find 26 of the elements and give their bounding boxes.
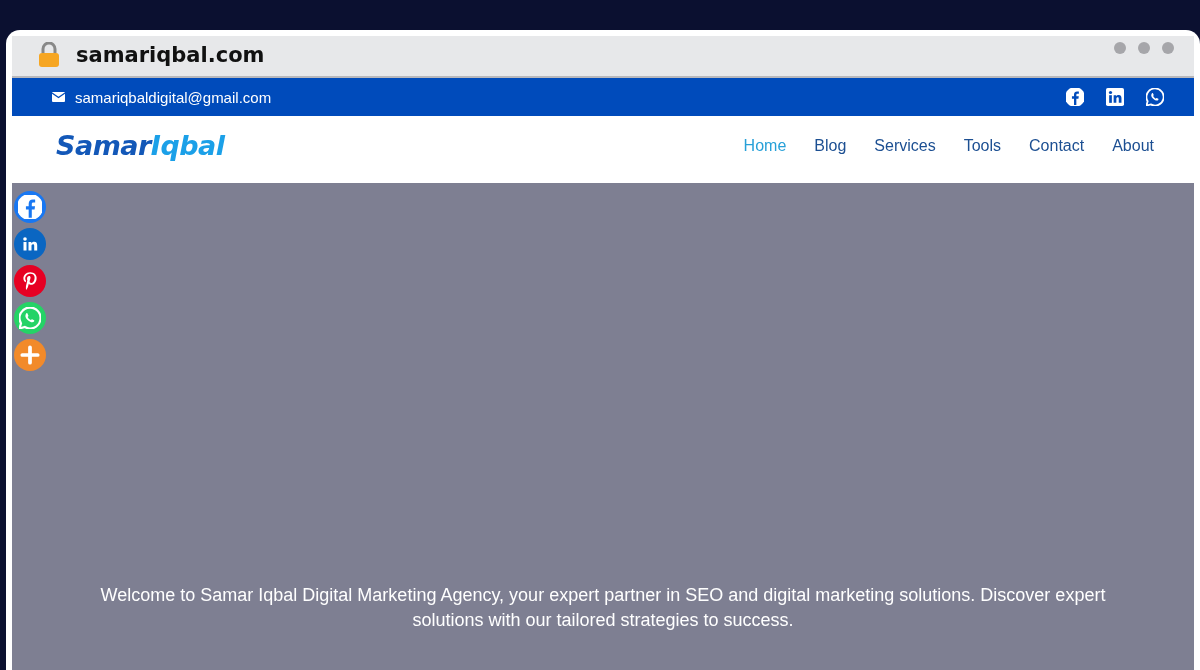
share-facebook-button[interactable] [14,191,46,223]
linkedin-icon[interactable] [1106,88,1124,106]
window-dot[interactable] [1162,42,1174,54]
facebook-icon[interactable] [1066,88,1084,106]
lock-icon [38,42,60,68]
envelope-icon [52,92,65,102]
url-text[interactable]: samariqbal.com [76,43,1098,67]
share-more-button[interactable] [14,339,46,371]
share-pinterest-button[interactable] [14,265,46,297]
email-text: samariqbaldigital@gmail.com [75,88,272,106]
hero-text: Welcome to Samar Iqbal Digital Marketing Agency, your expert partner in SEO and digital marketing solutions. Discover expert solutions with our tailored strategies to success. [99,584,1107,632]
whatsapp-icon[interactable] [1146,88,1164,106]
nav-link[interactable]: Tools [963,136,1002,155]
share-whatsapp-button[interactable] [14,302,46,334]
linkedin-icon [20,234,40,254]
whatsapp-icon [19,307,41,329]
share-linkedin-button[interactable] [14,228,46,260]
window-dot[interactable] [1114,42,1126,54]
nav-link[interactable]: About [1112,136,1154,155]
window-dot[interactable] [1138,42,1150,54]
nav-link[interactable]: Contact [1029,136,1085,155]
nav-link[interactable]: Services [874,136,936,155]
logo[interactable]: SamarIqbal [56,130,744,161]
facebook-icon [18,195,42,219]
plus-icon [19,344,41,366]
nav-link[interactable]: Blog [814,136,847,155]
